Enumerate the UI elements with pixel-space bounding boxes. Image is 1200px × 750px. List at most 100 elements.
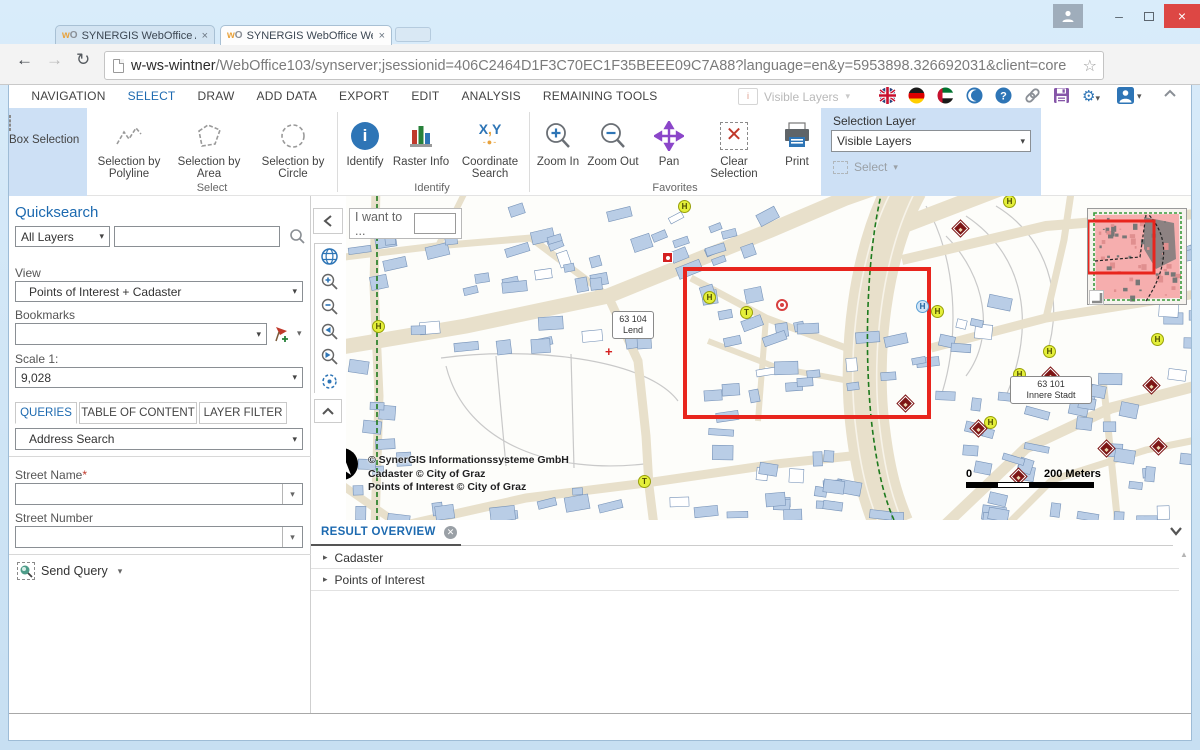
pharmacy-cross-marker[interactable]: + — [605, 344, 613, 359]
ribbon-tab-export[interactable]: EXPORT — [328, 85, 400, 103]
language-arabic-icon[interactable] — [937, 87, 954, 104]
ribbon-toolbar: Box Selection Selection by Polyline Sele… — [9, 108, 1192, 196]
bookmark-menu-caret[interactable]: ▾ — [297, 328, 302, 339]
overview-map[interactable] — [1087, 208, 1187, 305]
search-icon[interactable] — [289, 228, 306, 245]
collapse-ribbon-icon[interactable] — [1164, 89, 1181, 106]
ribbon-tab-select[interactable]: SELECT — [117, 85, 187, 103]
close-button[interactable]: × — [1164, 4, 1200, 28]
street-name-combo[interactable]: ▾ — [15, 483, 303, 505]
reload-button[interactable]: ↻ — [76, 50, 90, 70]
sidebar-tab-layer-filter[interactable]: LAYER FILTER — [199, 402, 287, 424]
i-want-to-widget[interactable]: I want to ... — [349, 208, 462, 239]
browser-tab-1[interactable]: wO SYNERGIS WebOffice Adm × — [55, 25, 215, 45]
tab-title: SYNERGIS WebOffice Adm — [82, 30, 196, 42]
bus-stop-marker[interactable]: H — [703, 291, 716, 304]
address-bar[interactable]: w-ws-wintner/WebOffice103/synserver;jses… — [104, 51, 1104, 80]
tab-close-icon[interactable]: × — [379, 30, 385, 42]
next-extent-button[interactable] — [315, 344, 343, 369]
previous-extent-button[interactable] — [315, 319, 343, 344]
select-tool-button[interactable]: Select ▾ — [833, 160, 898, 174]
expand-triangle-icon[interactable]: ▸ — [323, 574, 328, 585]
ribbon-tab-remaining-tools[interactable]: REMAINING TOOLS — [532, 85, 669, 103]
ribbon-tab-analysis[interactable]: ANALYSIS — [450, 85, 531, 103]
collapse-tools-button[interactable] — [314, 399, 342, 423]
collapse-sidebar-button[interactable] — [313, 208, 343, 234]
bookmarks-select[interactable]: ▾ — [15, 323, 267, 345]
zoom-out-button[interactable]: Zoom Out — [585, 108, 641, 182]
locate-button[interactable] — [315, 369, 343, 394]
ribbon-tab-draw[interactable]: DRAW — [186, 85, 245, 103]
new-tab-button[interactable] — [395, 27, 431, 42]
result-collapse-icon[interactable] — [1169, 525, 1183, 537]
url-text[interactable]: w-ws-wintner/WebOffice103/synserver;jses… — [131, 58, 1079, 74]
bus-stop-marker-blue[interactable]: H — [916, 300, 929, 313]
help-icon[interactable]: ? — [995, 87, 1012, 104]
map-zoom-out-button[interactable] — [315, 294, 343, 319]
map-zoom-in-button[interactable] — [315, 269, 343, 294]
quicksearch-layer-select[interactable]: All Layers▾ — [15, 226, 110, 247]
profile-button[interactable] — [1053, 4, 1083, 28]
poi-square-marker[interactable] — [662, 252, 673, 263]
scrollbar-up-icon[interactable]: ▲ — [1180, 550, 1188, 559]
permalink-icon[interactable] — [1024, 87, 1041, 104]
full-extent-button[interactable] — [315, 244, 343, 269]
forward-button[interactable]: → — [46, 50, 63, 70]
result-close-icon[interactable]: ✕ — [444, 526, 457, 539]
street-number-combo[interactable]: ▾ — [15, 526, 303, 548]
sidebar-tab-queries[interactable]: QUERIES — [15, 402, 77, 424]
scale-select[interactable]: 9,028▾ — [15, 367, 303, 388]
selection-by-circle-button[interactable]: Selection by Circle — [253, 108, 333, 182]
selection-by-polyline-button[interactable]: Selection by Polyline — [91, 108, 167, 182]
tram-stop-marker[interactable]: T — [638, 475, 651, 488]
ribbon-tab-add-data[interactable]: ADD DATA — [246, 85, 329, 103]
status-strip — [9, 713, 1192, 741]
bus-stop-marker[interactable]: H — [1043, 345, 1056, 358]
selection-by-area-button[interactable]: Selection by Area — [169, 108, 249, 182]
bus-stop-marker[interactable]: H — [931, 305, 944, 318]
send-query-button[interactable]: Send Query ▾ — [17, 562, 122, 580]
circle-icon — [279, 122, 307, 150]
add-bookmark-icon[interactable] — [272, 324, 292, 344]
view-select[interactable]: Points of Interest + Cadaster▾ — [15, 281, 303, 302]
query-type-select[interactable]: Address Search▾ — [15, 428, 303, 450]
poi-circle-marker[interactable] — [776, 299, 788, 311]
quicksearch-input[interactable] — [114, 226, 280, 247]
sidebar-tab-table-of-content[interactable]: TABLE OF CONTENT — [79, 402, 197, 424]
overview-collapse-button[interactable] — [1089, 290, 1104, 305]
box-selection-button[interactable]: Box Selection — [9, 108, 87, 196]
result-overview-tab[interactable]: RESULT OVERVIEW — [321, 526, 436, 538]
result-row-points-of-interest[interactable]: ▸Points of Interest — [311, 569, 1179, 591]
identify-button[interactable]: i Identify — [341, 108, 389, 182]
settings-gear-icon[interactable]: ⚙▾ — [1082, 87, 1112, 104]
back-button[interactable]: ← — [16, 50, 33, 70]
maximize-button[interactable] — [1134, 4, 1164, 28]
raster-info-button[interactable]: Raster Info — [391, 108, 451, 182]
bus-stop-marker[interactable]: H — [678, 200, 691, 213]
zoom-in-button[interactable]: Zoom In — [533, 108, 583, 182]
pan-button[interactable]: Pan — [645, 108, 693, 182]
tram-stop-marker[interactable]: T — [740, 306, 753, 319]
selection-layer-select[interactable]: Visible Layers▾ — [831, 130, 1031, 152]
expand-triangle-icon[interactable]: ▸ — [323, 552, 328, 563]
language-english-icon[interactable] — [879, 87, 896, 104]
clear-selection-button[interactable]: ✕ Clear Selection — [699, 108, 769, 182]
night-mode-icon[interactable] — [966, 87, 983, 104]
save-icon[interactable] — [1053, 87, 1070, 104]
i-want-to-input[interactable] — [414, 213, 456, 234]
ribbon-tab-edit[interactable]: EDIT — [400, 85, 450, 103]
language-german-icon[interactable] — [908, 87, 925, 104]
bus-stop-marker[interactable]: H — [1151, 333, 1164, 346]
minimize-button[interactable]: – — [1104, 4, 1134, 28]
tab-close-icon[interactable]: × — [202, 30, 208, 42]
result-row-cadaster[interactable]: ▸Cadaster — [311, 547, 1179, 569]
ribbon-tab-navigation[interactable]: NAVIGATION — [20, 85, 116, 103]
print-button[interactable]: Print — [773, 108, 821, 182]
map-canvas[interactable]: I want to ... HHHHHHHHHHTT+ 63 104Lend63… — [346, 196, 1192, 520]
bus-stop-marker[interactable]: H — [372, 320, 385, 333]
bus-stop-marker[interactable]: H — [984, 416, 997, 429]
browser-tab-2[interactable]: wO SYNERGIS WebOffice Web × — [220, 25, 392, 45]
user-account-icon[interactable]: ▾ — [1117, 87, 1151, 104]
coordinate-search-button[interactable]: X,Y-●- Coordinate Search — [453, 108, 527, 182]
bookmark-star-icon[interactable]: ☆ — [1083, 56, 1097, 76]
